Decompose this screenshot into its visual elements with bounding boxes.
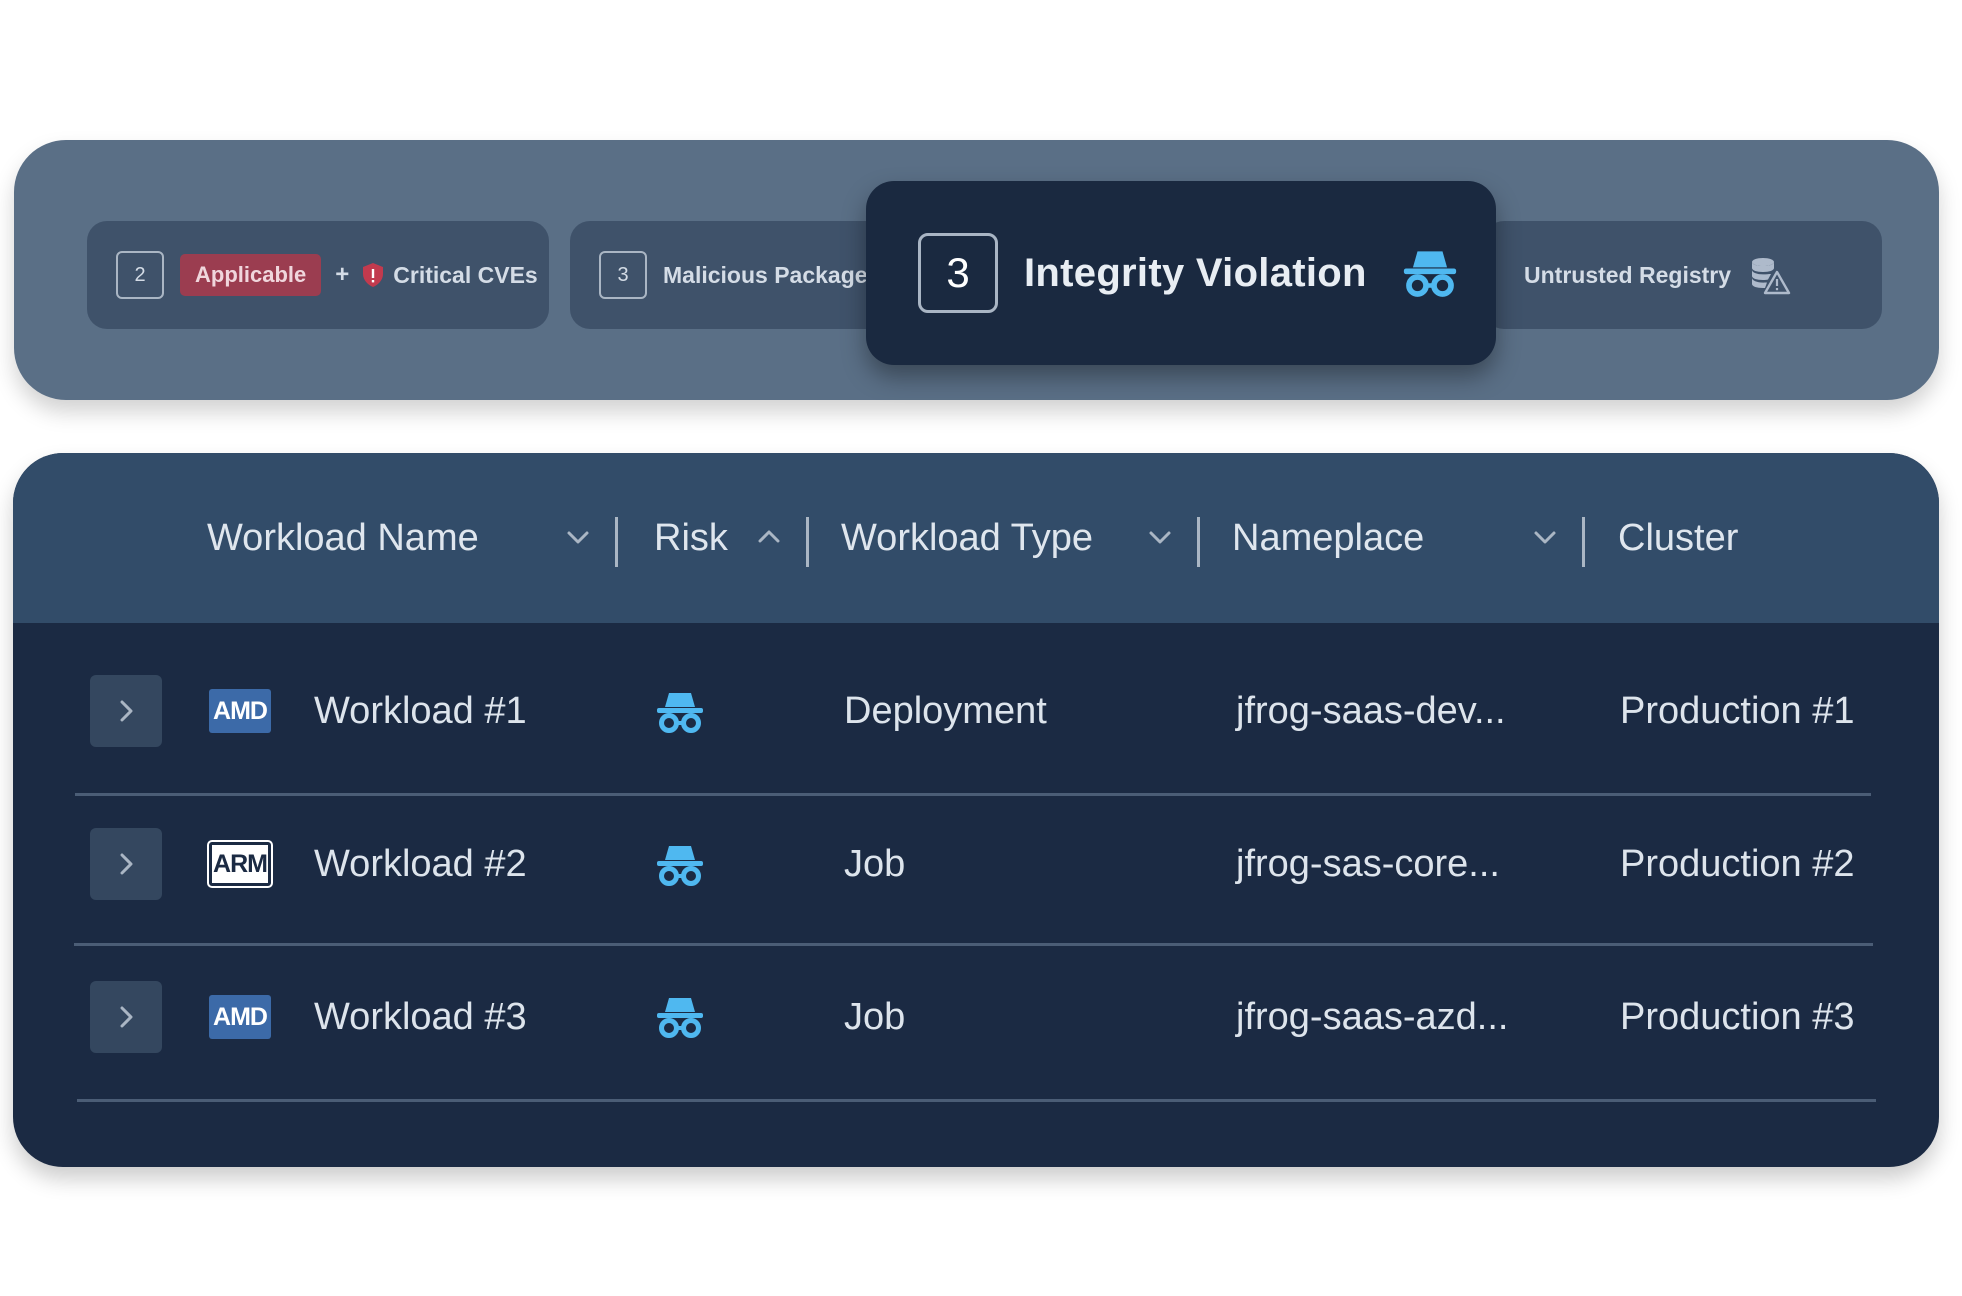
- column-header-risk[interactable]: Risk: [654, 453, 728, 623]
- cluster: Production #2: [1620, 843, 1855, 885]
- cluster: Production #1: [1620, 690, 1855, 732]
- column-divider[interactable]: [1197, 517, 1200, 567]
- column-divider[interactable]: [615, 517, 618, 567]
- namespace: jfrog-saas-azd...: [1236, 996, 1509, 1038]
- arch-badge-amd: AMD: [209, 995, 271, 1039]
- workload-type: Job: [844, 996, 906, 1038]
- workload-type: Job: [844, 843, 906, 885]
- chevron-down-icon[interactable]: [564, 523, 592, 551]
- filter-chip-integrity-violation[interactable]: 3 Integrity Violation: [866, 181, 1496, 365]
- expand-row-button[interactable]: [90, 828, 162, 900]
- row-divider: [77, 1099, 1876, 1102]
- arch-badge-amd: AMD: [209, 689, 271, 733]
- filter-chip-applicable-cves[interactable]: 2 Applicable + Critical CVEs: [87, 221, 549, 329]
- column-header-nameplace[interactable]: Nameplace: [1232, 453, 1424, 623]
- column-header-cluster[interactable]: Cluster: [1618, 453, 1738, 623]
- chevron-right-icon: [120, 700, 133, 722]
- table-row[interactable]: ARM Workload #2 Job jfrog-sas-core... Pr…: [13, 794, 1939, 944]
- untrusted-registry-label: Untrusted Registry: [1524, 261, 1732, 288]
- spy-icon: [657, 998, 703, 1038]
- critical-cves-label: Critical CVEs: [393, 261, 538, 288]
- chevron-right-icon: [120, 1006, 133, 1028]
- column-header-workload-type[interactable]: Workload Type: [841, 453, 1093, 623]
- table-header: Workload Name Risk Workload Type Namepla…: [13, 453, 1939, 623]
- namespace: jfrog-sas-core...: [1236, 843, 1500, 885]
- integrity-count: 3: [918, 233, 998, 313]
- workload-name[interactable]: Workload #1: [314, 690, 527, 733]
- applicable-count: 2: [116, 251, 164, 299]
- database-warning-icon: [1752, 258, 1791, 295]
- workload-name[interactable]: Workload #2: [314, 843, 527, 886]
- risk-filter-panel: 2 Applicable + Critical CVEs 3 Malicious…: [14, 140, 1939, 400]
- spy-icon: [657, 693, 703, 733]
- column-divider[interactable]: [806, 517, 809, 567]
- workloads-table: Workload Name Risk Workload Type Namepla…: [13, 453, 1939, 1167]
- chevron-down-icon[interactable]: [1146, 523, 1174, 551]
- table-row[interactable]: AMD Workload #3 Job jfrog-saas-azd... Pr…: [13, 946, 1939, 1096]
- chevron-down-icon[interactable]: [1531, 523, 1559, 551]
- chevron-right-icon: [120, 853, 133, 875]
- plus-sign: +: [335, 261, 350, 288]
- workload-type: Deployment: [844, 690, 1047, 732]
- chevron-up-icon[interactable]: [755, 523, 783, 551]
- malicious-count: 3: [599, 251, 647, 299]
- filter-chip-untrusted-registry[interactable]: Untrusted Registry: [1484, 221, 1882, 329]
- malicious-package-label: Malicious Package: [663, 261, 868, 288]
- table-row[interactable]: AMD Workload #1 Deployment jfrog-saas-de…: [13, 640, 1939, 790]
- expand-row-button[interactable]: [90, 675, 162, 747]
- column-header-workload-name[interactable]: Workload Name: [207, 453, 479, 623]
- expand-row-button[interactable]: [90, 981, 162, 1053]
- cluster: Production #3: [1620, 996, 1855, 1038]
- critical-shield-icon: [363, 263, 384, 287]
- integrity-violation-label: Integrity Violation: [1024, 250, 1367, 295]
- column-divider[interactable]: [1582, 517, 1585, 567]
- workload-name[interactable]: Workload #3: [314, 996, 527, 1039]
- applicable-badge: Applicable: [180, 254, 322, 296]
- spy-icon: [657, 846, 703, 886]
- namespace: jfrog-saas-dev...: [1236, 690, 1506, 732]
- spy-icon: [1403, 251, 1456, 297]
- arch-badge-arm: ARM: [207, 840, 273, 888]
